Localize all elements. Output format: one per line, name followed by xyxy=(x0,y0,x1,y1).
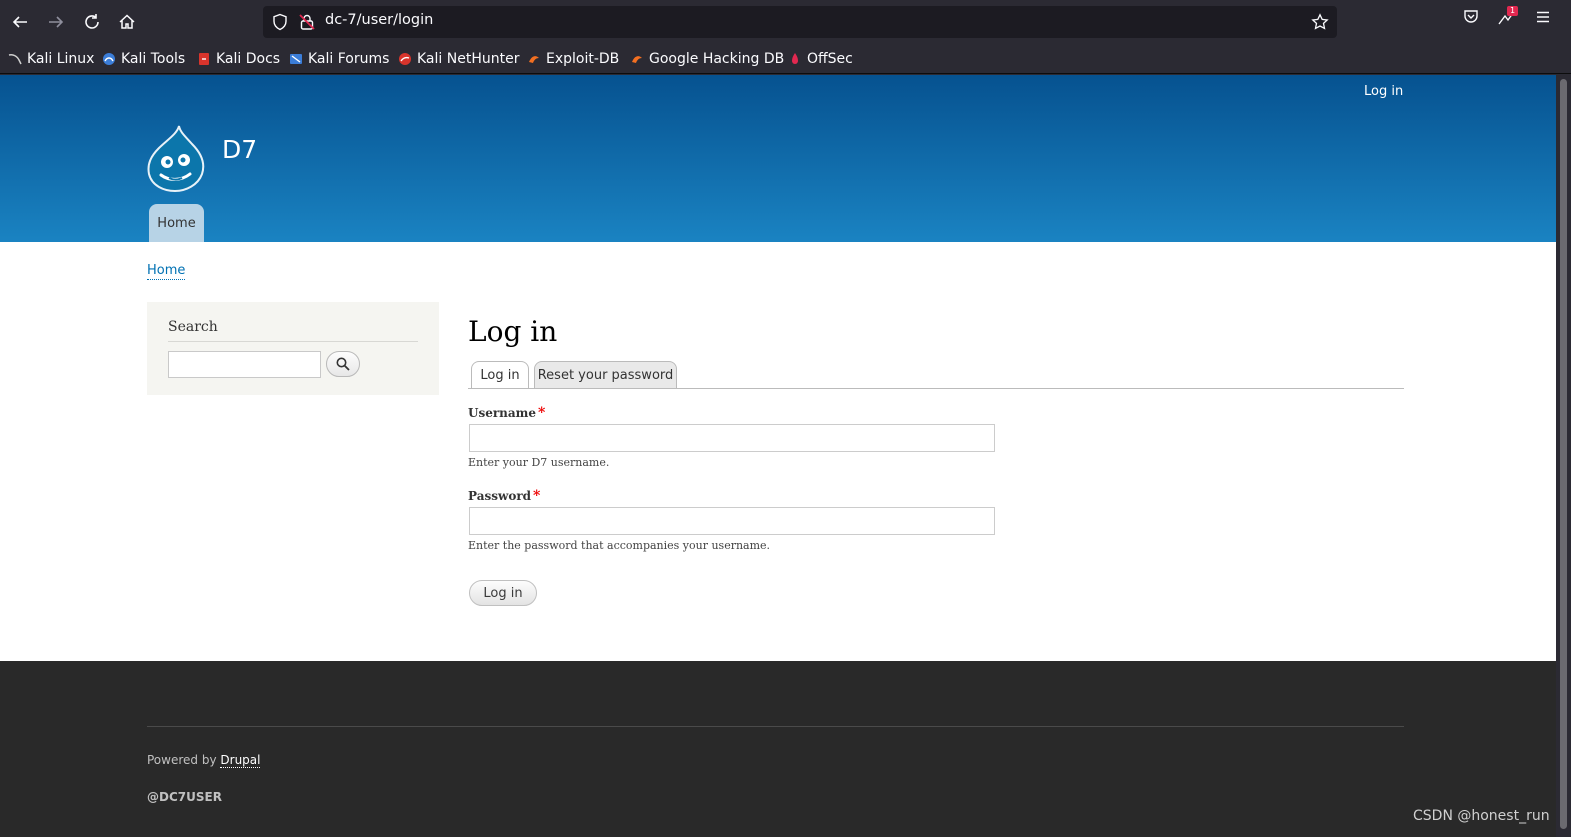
password-description: Enter the password that accompanies your… xyxy=(468,539,771,552)
notification-badge: 1 xyxy=(1507,6,1519,16)
watermark: CSDN @honest_run xyxy=(1413,808,1550,824)
url-bar[interactable]: dc-7/user/login xyxy=(263,6,1337,38)
username-description: Enter your D7 username. xyxy=(468,456,610,469)
site-header: Log in D7 Home xyxy=(0,75,1556,242)
pocket-button[interactable] xyxy=(1462,8,1480,30)
password-label: Password * xyxy=(468,488,540,504)
bookmark-exploit-db[interactable]: Exploit-DB xyxy=(527,48,619,70)
exploit-db-icon xyxy=(527,52,541,66)
footer-divider xyxy=(147,726,1404,727)
username-label: Username * xyxy=(468,405,545,421)
drupal-logo[interactable] xyxy=(145,124,207,193)
tab-reset-password[interactable]: Reset your password xyxy=(534,361,677,388)
insecure-lock-icon[interactable] xyxy=(298,13,316,31)
page-title: Log in xyxy=(468,315,558,348)
back-button[interactable] xyxy=(6,8,34,36)
required-marker: * xyxy=(538,405,546,421)
tabs-divider xyxy=(468,388,1404,389)
reload-icon xyxy=(85,14,99,29)
bookmark-kali-docs[interactable]: Kali Docs xyxy=(197,48,280,70)
arrow-right-icon xyxy=(49,16,64,28)
page-scrollbar[interactable] xyxy=(1556,75,1571,837)
sidebar-divider xyxy=(168,341,418,342)
username-field[interactable] xyxy=(469,424,995,452)
scrollbar-thumb[interactable] xyxy=(1560,79,1567,829)
bookmark-google-hacking-db[interactable]: Google Hacking DB xyxy=(630,48,784,70)
breadcrumb-home[interactable]: Home xyxy=(147,263,186,280)
menu-button[interactable] xyxy=(1534,8,1552,30)
drupal-link[interactable]: Drupal xyxy=(220,753,261,768)
bookmark-kali-forums[interactable]: Kali Forums xyxy=(289,48,389,70)
bookmark-kali-linux[interactable]: Kali Linux xyxy=(8,48,94,70)
password-field[interactable] xyxy=(469,507,995,535)
bookmark-label: Kali NetHunter xyxy=(417,51,520,67)
search-icon xyxy=(336,357,350,371)
browser-toolbar: dc-7/user/login 1 xyxy=(0,0,1571,44)
bookmark-label: Kali Forums xyxy=(308,51,390,67)
url-text[interactable]: dc-7/user/login xyxy=(325,12,433,28)
header-login-link[interactable]: Log in xyxy=(1364,84,1403,99)
powered-by: Powered by Drupal xyxy=(147,753,261,768)
search-button[interactable] xyxy=(326,351,360,377)
drupal-drop-icon xyxy=(147,125,205,193)
bookmark-label: Kali Docs xyxy=(216,51,281,67)
hamburger-menu-icon xyxy=(1537,11,1549,23)
shield-icon[interactable] xyxy=(271,13,289,31)
bookmark-label: Google Hacking DB xyxy=(649,51,785,67)
pocket-icon xyxy=(1464,10,1478,23)
bookmark-label: Kali Tools xyxy=(121,51,186,67)
kali-tools-icon xyxy=(102,52,116,66)
bookmark-label: Exploit-DB xyxy=(546,51,620,67)
kali-docs-icon xyxy=(197,52,211,66)
kali-nethunter-icon xyxy=(398,52,412,66)
login-submit-button[interactable]: Log in xyxy=(469,580,537,606)
bookmark-offsec[interactable]: OffSec xyxy=(788,48,853,70)
kali-dragon-icon xyxy=(8,52,22,66)
sidebar-search-block: Search xyxy=(147,302,439,395)
home-button[interactable] xyxy=(113,8,141,36)
kali-forums-icon xyxy=(289,52,303,66)
nav-tab-home[interactable]: Home xyxy=(149,204,204,242)
required-marker: * xyxy=(533,488,541,504)
page-viewport: Log in D7 Home Home Search Log in Log in… xyxy=(0,75,1556,837)
bookmark-kali-tools[interactable]: Kali Tools xyxy=(102,48,185,70)
extensions-button[interactable]: 1 xyxy=(1497,6,1519,30)
site-footer: Powered by Drupal @DC7USER xyxy=(0,661,1556,837)
tab-login[interactable]: Log in xyxy=(471,361,529,389)
home-icon xyxy=(119,14,135,29)
bookmarks-toolbar: Kali Linux Kali Tools Kali Docs Kali For… xyxy=(0,44,1571,74)
powered-by-text: Powered by xyxy=(147,753,217,767)
offsec-icon xyxy=(788,52,802,66)
bookmark-kali-nethunter[interactable]: Kali NetHunter xyxy=(398,48,519,70)
footer-handle: @DC7USER xyxy=(147,790,222,804)
search-input[interactable] xyxy=(168,351,321,378)
forward-button[interactable] xyxy=(42,8,70,36)
bookmark-star-icon[interactable] xyxy=(1311,13,1329,31)
username-label-text: Username xyxy=(468,406,537,420)
arrow-left-icon xyxy=(12,16,27,28)
bookmark-label: Kali Linux xyxy=(27,51,95,67)
google-hacking-db-icon xyxy=(630,52,644,66)
site-name[interactable]: D7 xyxy=(222,135,257,164)
reload-button[interactable] xyxy=(78,8,106,36)
sidebar-title: Search xyxy=(168,319,218,335)
password-label-text: Password xyxy=(468,489,532,503)
bookmark-label: OffSec xyxy=(807,51,853,67)
